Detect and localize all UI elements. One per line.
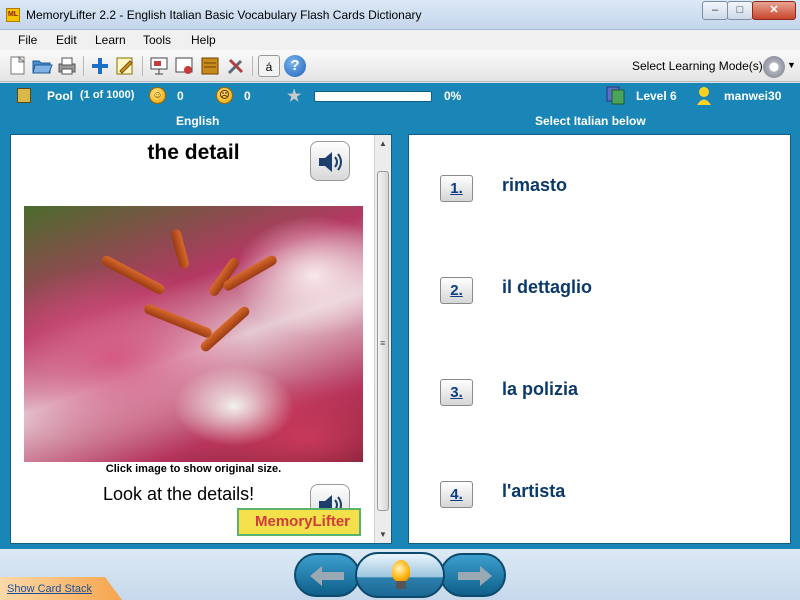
level-label: Level 6 bbox=[636, 89, 677, 103]
add-card-icon[interactable] bbox=[89, 55, 111, 77]
answer-1-button[interactable]: 1. bbox=[440, 175, 473, 202]
happy-smiley-icon: ☺ bbox=[149, 87, 166, 104]
menu-bar: File Edit Learn Tools Help bbox=[0, 30, 800, 50]
pool-count: (1 of 1000) bbox=[80, 89, 135, 101]
previous-button[interactable] bbox=[294, 553, 360, 597]
sad-smiley-icon: ☹ bbox=[216, 87, 233, 104]
arrow-right-icon bbox=[458, 566, 492, 586]
stamen-shape bbox=[169, 228, 191, 270]
menu-edit[interactable]: Edit bbox=[56, 33, 77, 47]
close-button[interactable]: ✕ bbox=[752, 1, 796, 20]
progress-bar bbox=[314, 91, 432, 102]
settings-tools-icon[interactable] bbox=[225, 55, 247, 77]
flower-image[interactable] bbox=[24, 206, 363, 462]
gear-icon[interactable] bbox=[763, 56, 785, 78]
answer-4-text[interactable]: l'artista bbox=[502, 481, 565, 502]
lightbulb-icon bbox=[392, 560, 410, 582]
menu-learn[interactable]: Learn bbox=[95, 33, 126, 47]
toolbar-separator bbox=[142, 56, 143, 76]
toolbar-separator bbox=[83, 56, 84, 76]
minimize-button[interactable]: – bbox=[702, 1, 728, 20]
lightbulb-base bbox=[396, 581, 406, 589]
dictionary-a-icon[interactable]: á bbox=[258, 55, 280, 77]
edit-card-icon[interactable] bbox=[114, 55, 136, 77]
maximize-button[interactable]: □ bbox=[727, 1, 753, 20]
user-name: manwei30 bbox=[724, 89, 782, 103]
wrong-count: 0 bbox=[244, 89, 251, 103]
bottom-navigation bbox=[0, 549, 800, 600]
main-area: English Select Italian below the detail … bbox=[0, 109, 800, 549]
right-pane-title: Select Italian below bbox=[535, 114, 646, 128]
pool-label: Pool bbox=[47, 89, 73, 103]
arrow-left-icon bbox=[310, 566, 344, 586]
correct-count: 0 bbox=[177, 89, 184, 103]
learning-mode-label[interactable]: Select Learning Mode(s) bbox=[632, 59, 763, 73]
answer-3-button[interactable]: 3. bbox=[440, 379, 473, 406]
answer-2-button[interactable]: 2. bbox=[440, 277, 473, 304]
play-question-audio-button[interactable] bbox=[310, 141, 350, 181]
card-slide-icon[interactable] bbox=[173, 55, 195, 77]
scrollbar[interactable]: ▲ ≡ ▼ bbox=[374, 135, 391, 543]
scroll-down-icon[interactable]: ▼ bbox=[379, 530, 387, 539]
answer-4-button[interactable]: 4. bbox=[440, 481, 473, 508]
new-document-icon[interactable] bbox=[7, 55, 29, 77]
title-bar: ML MemoryLifter 2.2 - English Italian Ba… bbox=[0, 0, 800, 30]
scroll-thumb[interactable]: ≡ bbox=[377, 171, 389, 511]
progress-percent: 0% bbox=[444, 89, 462, 103]
image-caption: Click image to show original size. bbox=[105, 463, 282, 475]
window-title: MemoryLifter 2.2 - English Italian Basic… bbox=[26, 8, 422, 22]
pool-box-icon bbox=[17, 88, 31, 103]
speaker-icon bbox=[319, 152, 342, 172]
next-button[interactable] bbox=[440, 553, 506, 597]
presentation-icon[interactable] bbox=[148, 55, 170, 77]
stamen-shape bbox=[99, 254, 167, 296]
menu-file[interactable]: File bbox=[18, 33, 37, 47]
user-icon bbox=[696, 86, 712, 106]
show-card-stack-link[interactable]: Show Card Stack bbox=[7, 583, 92, 595]
scroll-up-icon[interactable]: ▲ bbox=[379, 139, 387, 148]
status-bar: Pool (1 of 1000) ☺ 0 ☹ 0 ★ 0% Level 6 ma… bbox=[0, 83, 800, 109]
chevron-down-icon[interactable]: ▼ bbox=[787, 60, 796, 70]
menu-tools[interactable]: Tools bbox=[143, 33, 171, 47]
answer-1-text[interactable]: rimasto bbox=[502, 175, 567, 196]
grip-icon: ≡ bbox=[380, 338, 386, 348]
level-boxes-icon bbox=[606, 86, 626, 105]
print-icon[interactable] bbox=[56, 55, 78, 77]
answer-3-text[interactable]: la polizia bbox=[502, 379, 578, 400]
memorylifter-logo: MemoryLifter bbox=[237, 508, 361, 536]
toolbar-separator bbox=[252, 56, 253, 76]
answer-2-text[interactable]: il dettaglio bbox=[502, 277, 592, 298]
app-logo-icon: ML bbox=[6, 8, 20, 22]
example-sentence: Look at the details! bbox=[103, 484, 255, 504]
left-pane-title: English bbox=[176, 114, 220, 128]
box-icon[interactable] bbox=[199, 55, 221, 77]
star-icon: ★ bbox=[287, 88, 302, 105]
menu-help[interactable]: Help bbox=[191, 33, 216, 47]
stamen-shape bbox=[142, 302, 214, 340]
hint-button[interactable] bbox=[355, 552, 445, 598]
toolbar: á ? Select Learning Mode(s) ▼ bbox=[0, 50, 800, 82]
open-folder-icon[interactable] bbox=[31, 55, 53, 77]
answers-pane: 1. rimasto 2. il dettaglio 3. la polizia… bbox=[408, 134, 791, 544]
help-icon[interactable]: ? bbox=[284, 55, 306, 77]
question-pane: the detail Click image to show original … bbox=[10, 134, 392, 544]
